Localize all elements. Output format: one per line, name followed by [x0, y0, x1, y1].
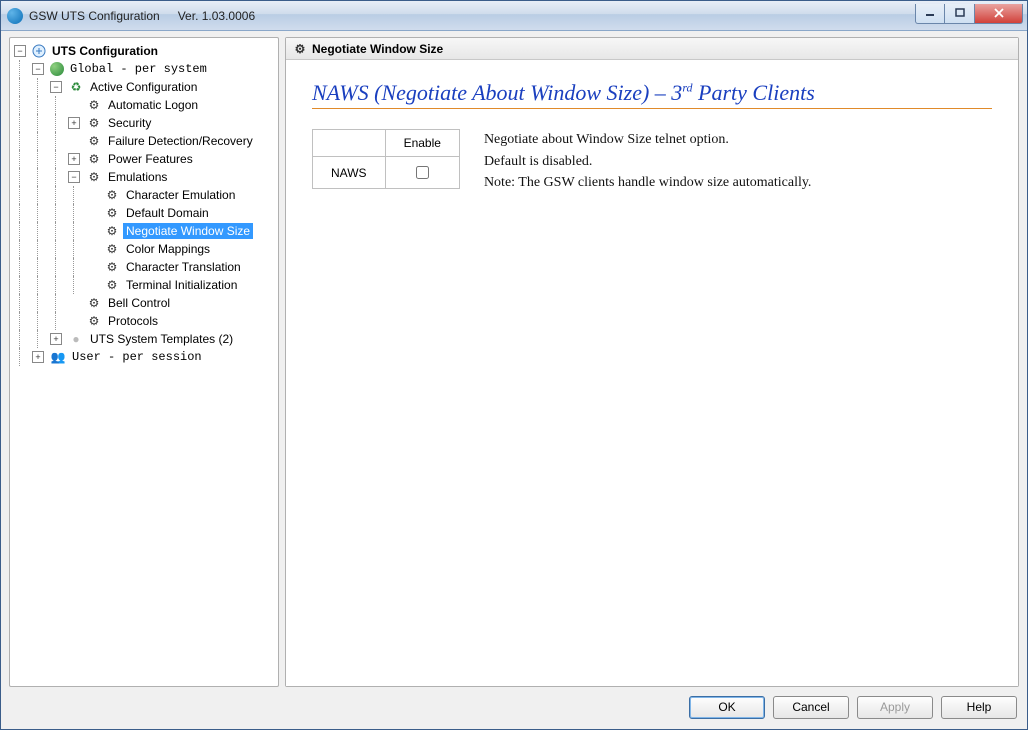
gear-icon: [86, 169, 102, 185]
tree-node-terminal-initialization[interactable]: Terminal Initialization: [14, 276, 274, 294]
gear-icon: [104, 223, 120, 239]
tree-node-protocols[interactable]: Protocols: [14, 312, 274, 330]
tree-label: Character Translation: [123, 259, 244, 275]
gear-icon: [86, 295, 102, 311]
gear-icon: [86, 151, 102, 167]
tree-node-security[interactable]: + Security: [14, 114, 274, 132]
tree-node-character-translation[interactable]: Character Translation: [14, 258, 274, 276]
expander-icon[interactable]: −: [32, 63, 44, 75]
tree-node-negotiate-window-size[interactable]: Negotiate Window Size: [14, 222, 274, 240]
col-name-blank: [313, 130, 386, 157]
tree-node-character-emulation[interactable]: Character Emulation: [14, 186, 274, 204]
tree-label: Protocols: [105, 313, 161, 329]
tree-label: UTS System Templates (2): [87, 331, 236, 347]
client-area: − UTS Configuration − Global - per syste…: [1, 31, 1027, 729]
col-enable: Enable: [385, 130, 459, 157]
gear-icon: [104, 259, 120, 275]
tree-label: Terminal Initialization: [123, 277, 240, 293]
expander-icon[interactable]: −: [50, 81, 62, 93]
expander-icon[interactable]: +: [68, 153, 80, 165]
refresh-icon: [68, 79, 84, 95]
tree-node-active-config[interactable]: − Active Configuration: [14, 78, 274, 96]
gear-icon: [86, 133, 102, 149]
tree-label: Power Features: [105, 151, 196, 167]
dialog-footer: OK Cancel Apply Help: [9, 687, 1019, 721]
titlebar[interactable]: GSW UTS Configuration Ver. 1.03.0006: [1, 1, 1027, 31]
config-tree[interactable]: − UTS Configuration − Global - per syste…: [12, 40, 276, 368]
tree-node-root[interactable]: − UTS Configuration: [14, 42, 274, 60]
app-window: GSW UTS Configuration Ver. 1.03.0006 −: [0, 0, 1028, 730]
detail-header: Negotiate Window Size: [286, 38, 1018, 60]
gear-icon: [104, 241, 120, 257]
tree-label: Automatic Logon: [105, 97, 201, 113]
detail-panel: Negotiate Window Size NAWS (Negotiate Ab…: [285, 37, 1019, 687]
expander-icon[interactable]: −: [68, 171, 80, 183]
detail-title-post: Party Clients: [693, 80, 815, 105]
tree-label: Default Domain: [123, 205, 212, 221]
tree-node-power-features[interactable]: + Power Features: [14, 150, 274, 168]
tree-panel[interactable]: − UTS Configuration − Global - per syste…: [9, 37, 279, 687]
window-version: Ver. 1.03.0006: [178, 9, 255, 23]
expander-icon[interactable]: +: [50, 333, 62, 345]
row-label: NAWS: [313, 157, 386, 189]
help-button[interactable]: Help: [941, 696, 1017, 719]
config-icon: [32, 44, 46, 58]
detail-body: NAWS (Negotiate About Window Size) – 3rd…: [286, 60, 1018, 686]
tree-label: Negotiate Window Size: [123, 223, 253, 239]
minimize-button[interactable]: [915, 4, 945, 24]
expander-icon[interactable]: +: [68, 117, 80, 129]
tree-node-system-templates[interactable]: + UTS System Templates (2): [14, 330, 274, 348]
tree-label: Security: [105, 115, 154, 131]
tree-node-automatic-logon[interactable]: Automatic Logon: [14, 96, 274, 114]
template-icon: [68, 331, 84, 347]
description-text: Negotiate about Window Size telnet optio…: [484, 129, 812, 194]
detail-header-title: Negotiate Window Size: [312, 42, 443, 56]
gear-icon: [104, 277, 120, 293]
tree-label: User - per session: [69, 349, 205, 365]
tree-node-global[interactable]: − Global - per system: [14, 60, 274, 78]
tree-label: UTS Configuration: [49, 43, 161, 59]
tree-label: Bell Control: [105, 295, 173, 311]
app-icon: [7, 8, 23, 24]
table-row: NAWS: [313, 157, 460, 189]
tree-node-user[interactable]: + User - per session: [14, 348, 274, 366]
detail-title: NAWS (Negotiate About Window Size) – 3rd…: [312, 80, 992, 109]
cancel-button[interactable]: Cancel: [773, 696, 849, 719]
tree-label: Emulations: [105, 169, 170, 185]
gear-icon: [104, 205, 120, 221]
gear-icon: [86, 97, 102, 113]
window-buttons: [915, 4, 1023, 24]
desc-line: Negotiate about Window Size telnet optio…: [484, 129, 812, 151]
gear-icon: [86, 115, 102, 131]
tree-node-bell-control[interactable]: Bell Control: [14, 294, 274, 312]
tree-label: Color Mappings: [123, 241, 213, 257]
naws-enable-checkbox[interactable]: [416, 166, 429, 179]
tree-label: Character Emulation: [123, 187, 238, 203]
desc-line: Default is disabled.: [484, 151, 812, 173]
tree-node-default-domain[interactable]: Default Domain: [14, 204, 274, 222]
tree-node-color-mappings[interactable]: Color Mappings: [14, 240, 274, 258]
desc-line: Note: The GSW clients handle window size…: [484, 172, 812, 194]
close-button[interactable]: [975, 4, 1023, 24]
maximize-button[interactable]: [945, 4, 975, 24]
gear-icon: [292, 41, 308, 57]
ok-button[interactable]: OK: [689, 696, 765, 719]
tree-node-failure-detection[interactable]: Failure Detection/Recovery: [14, 132, 274, 150]
gear-icon: [86, 313, 102, 329]
gear-icon: [104, 187, 120, 203]
apply-button[interactable]: Apply: [857, 696, 933, 719]
tree-label: Global - per system: [67, 61, 210, 77]
tree-label: Failure Detection/Recovery: [105, 133, 256, 149]
expander-icon[interactable]: +: [32, 351, 44, 363]
globe-icon: [50, 62, 64, 76]
tree-label: Active Configuration: [87, 79, 200, 95]
users-icon: [50, 349, 66, 365]
detail-title-sup: rd: [682, 81, 692, 95]
detail-title-pre: NAWS (Negotiate About Window Size) – 3: [312, 80, 682, 105]
tree-node-emulations[interactable]: − Emulations: [14, 168, 274, 186]
expander-icon[interactable]: −: [14, 45, 26, 57]
options-table: Enable NAWS: [312, 129, 460, 189]
window-title: GSW UTS Configuration: [29, 9, 160, 23]
